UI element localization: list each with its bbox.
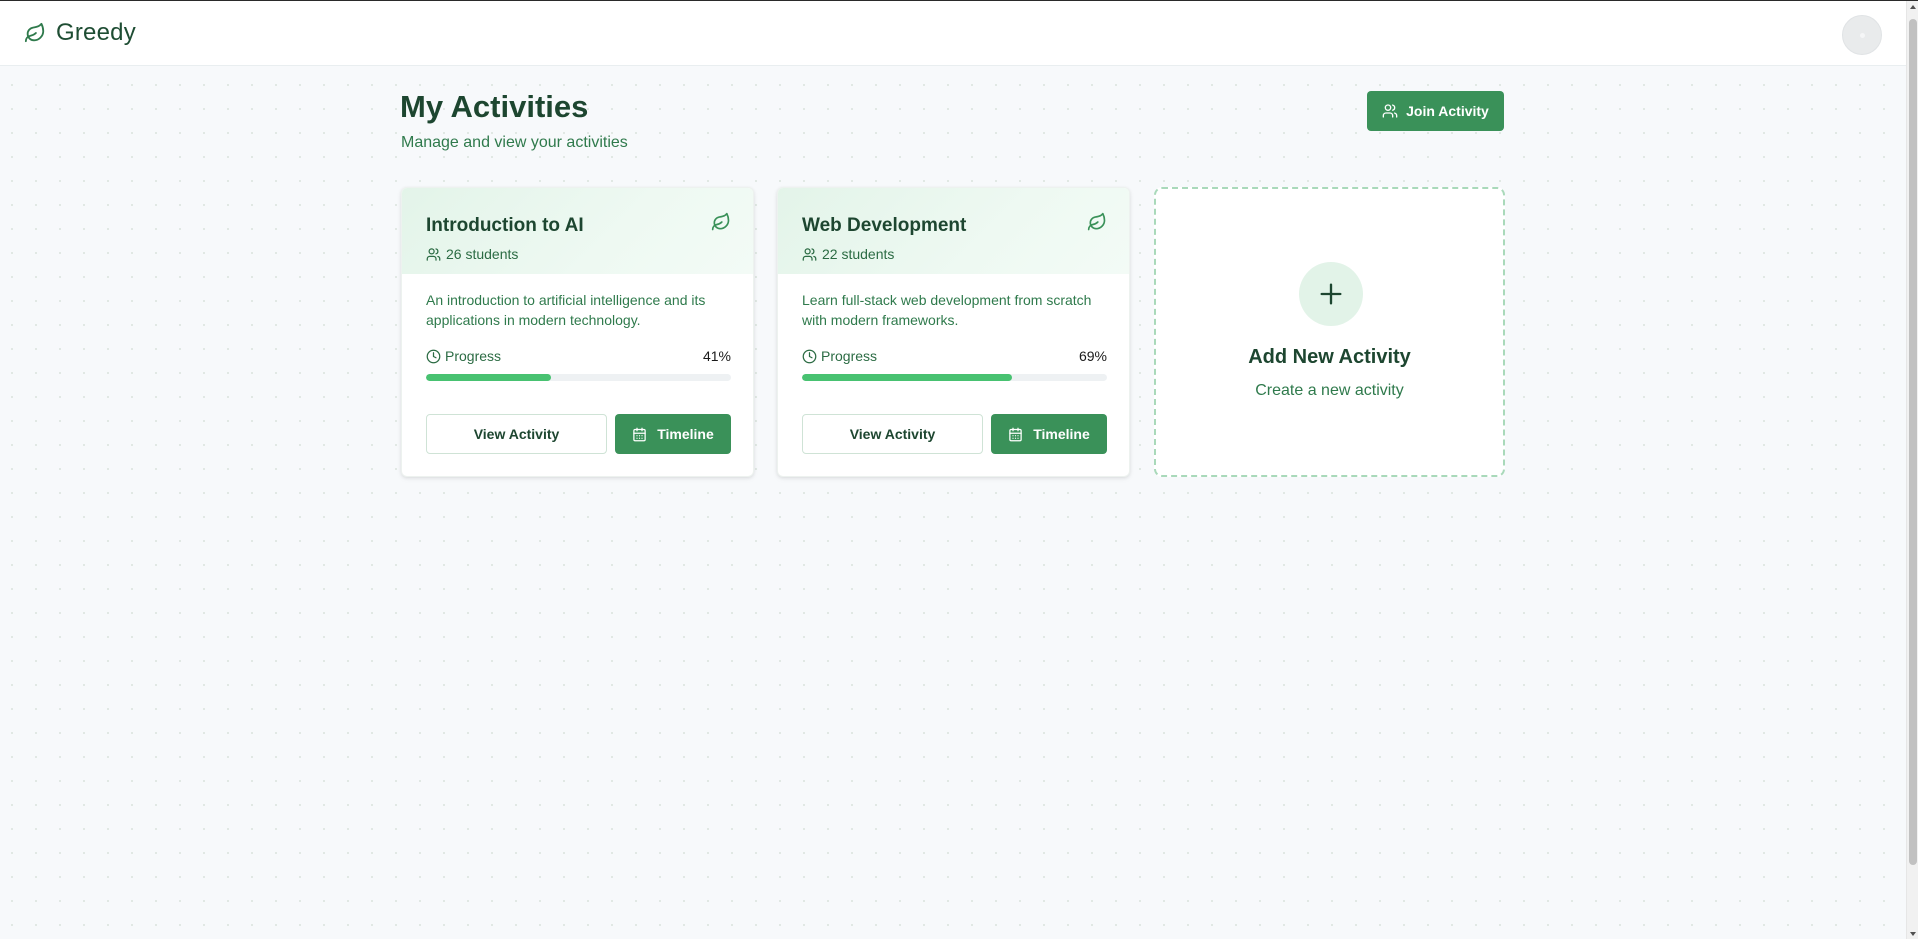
card-actions: View Activity Timeline: [426, 414, 731, 454]
activity-title: Web Development: [802, 215, 967, 236]
users-icon: [802, 247, 817, 261]
add-activity-subtitle: Create a new activity: [1255, 382, 1404, 399]
timeline-button[interactable]: Timeline: [991, 414, 1107, 454]
activity-description: An introduction to artificial intelligen…: [426, 292, 706, 328]
progress-label-text: Progress: [445, 348, 502, 364]
join-activity-label: Join Activity: [1406, 103, 1489, 119]
brand[interactable]: Greedy: [24, 19, 136, 47]
timeline-label: Timeline: [657, 426, 714, 442]
progress-bar: [426, 374, 731, 381]
timeline-button[interactable]: Timeline: [615, 414, 731, 454]
add-activity-circle[interactable]: [1299, 262, 1363, 326]
view-activity-button[interactable]: View Activity: [426, 414, 607, 454]
activity-card-header: Introduction to AI 26 students: [402, 188, 753, 274]
activity-card: Web Development 22 students Learn full-s…: [777, 187, 1130, 477]
users-icon: [1382, 104, 1398, 118]
scroll-down-icon[interactable]: [1910, 932, 1916, 936]
card-actions: View Activity Timeline: [802, 414, 1107, 454]
leaf-icon: [1087, 212, 1106, 231]
progress-bar-fill: [802, 374, 1013, 381]
avatar[interactable]: [1842, 15, 1882, 55]
progress-bar: [802, 374, 1107, 381]
student-count-text: 26 students: [446, 246, 519, 262]
add-activity-title: Add New Activity: [1248, 346, 1411, 368]
calendar-icon: [1009, 427, 1022, 441]
timeline-label: Timeline: [1033, 426, 1090, 442]
join-activity-button[interactable]: Join Activity: [1367, 91, 1504, 131]
progress-row: Progress 69%: [802, 348, 1107, 364]
leaf-icon: [711, 212, 730, 231]
plus-icon: [1320, 283, 1342, 305]
student-count: 26 students: [426, 246, 518, 262]
progress-value: 69%: [1078, 348, 1107, 364]
add-activity-card[interactable]: Add New Activity Create a new activity: [1154, 187, 1505, 477]
progress-label-text: Progress: [821, 348, 878, 364]
scrollbar-thumb[interactable]: [1909, 19, 1917, 865]
activity-card-header: Web Development 22 students: [778, 188, 1129, 274]
leaf-icon: [24, 22, 45, 43]
student-count: 22 students: [802, 246, 894, 262]
page-subtitle: Manage and view your activities: [401, 134, 628, 151]
progress-bar-fill: [426, 374, 552, 381]
activity-description: Learn full-stack web development from sc…: [802, 292, 1092, 328]
activity-card: Introduction to AI 26 students An introd…: [401, 187, 754, 477]
progress-label: Progress: [426, 348, 501, 364]
view-activity-button[interactable]: View Activity: [802, 414, 983, 454]
clock-icon: [802, 349, 817, 363]
calendar-icon: [633, 427, 646, 441]
clock-icon: [426, 349, 441, 363]
scrollbar[interactable]: [1906, 1, 1918, 939]
progress-row: Progress 41%: [426, 348, 731, 364]
progress-value: 41%: [702, 348, 731, 364]
progress-label: Progress: [802, 348, 877, 364]
activity-title: Introduction to AI: [426, 215, 584, 236]
app-name: Greedy: [56, 19, 136, 46]
scroll-up-icon[interactable]: [1910, 5, 1916, 9]
top-navigation-bar: Greedy: [0, 1, 1906, 66]
student-count-text: 22 students: [822, 246, 895, 262]
page-title: My Activities: [400, 89, 589, 124]
users-icon: [426, 247, 441, 261]
